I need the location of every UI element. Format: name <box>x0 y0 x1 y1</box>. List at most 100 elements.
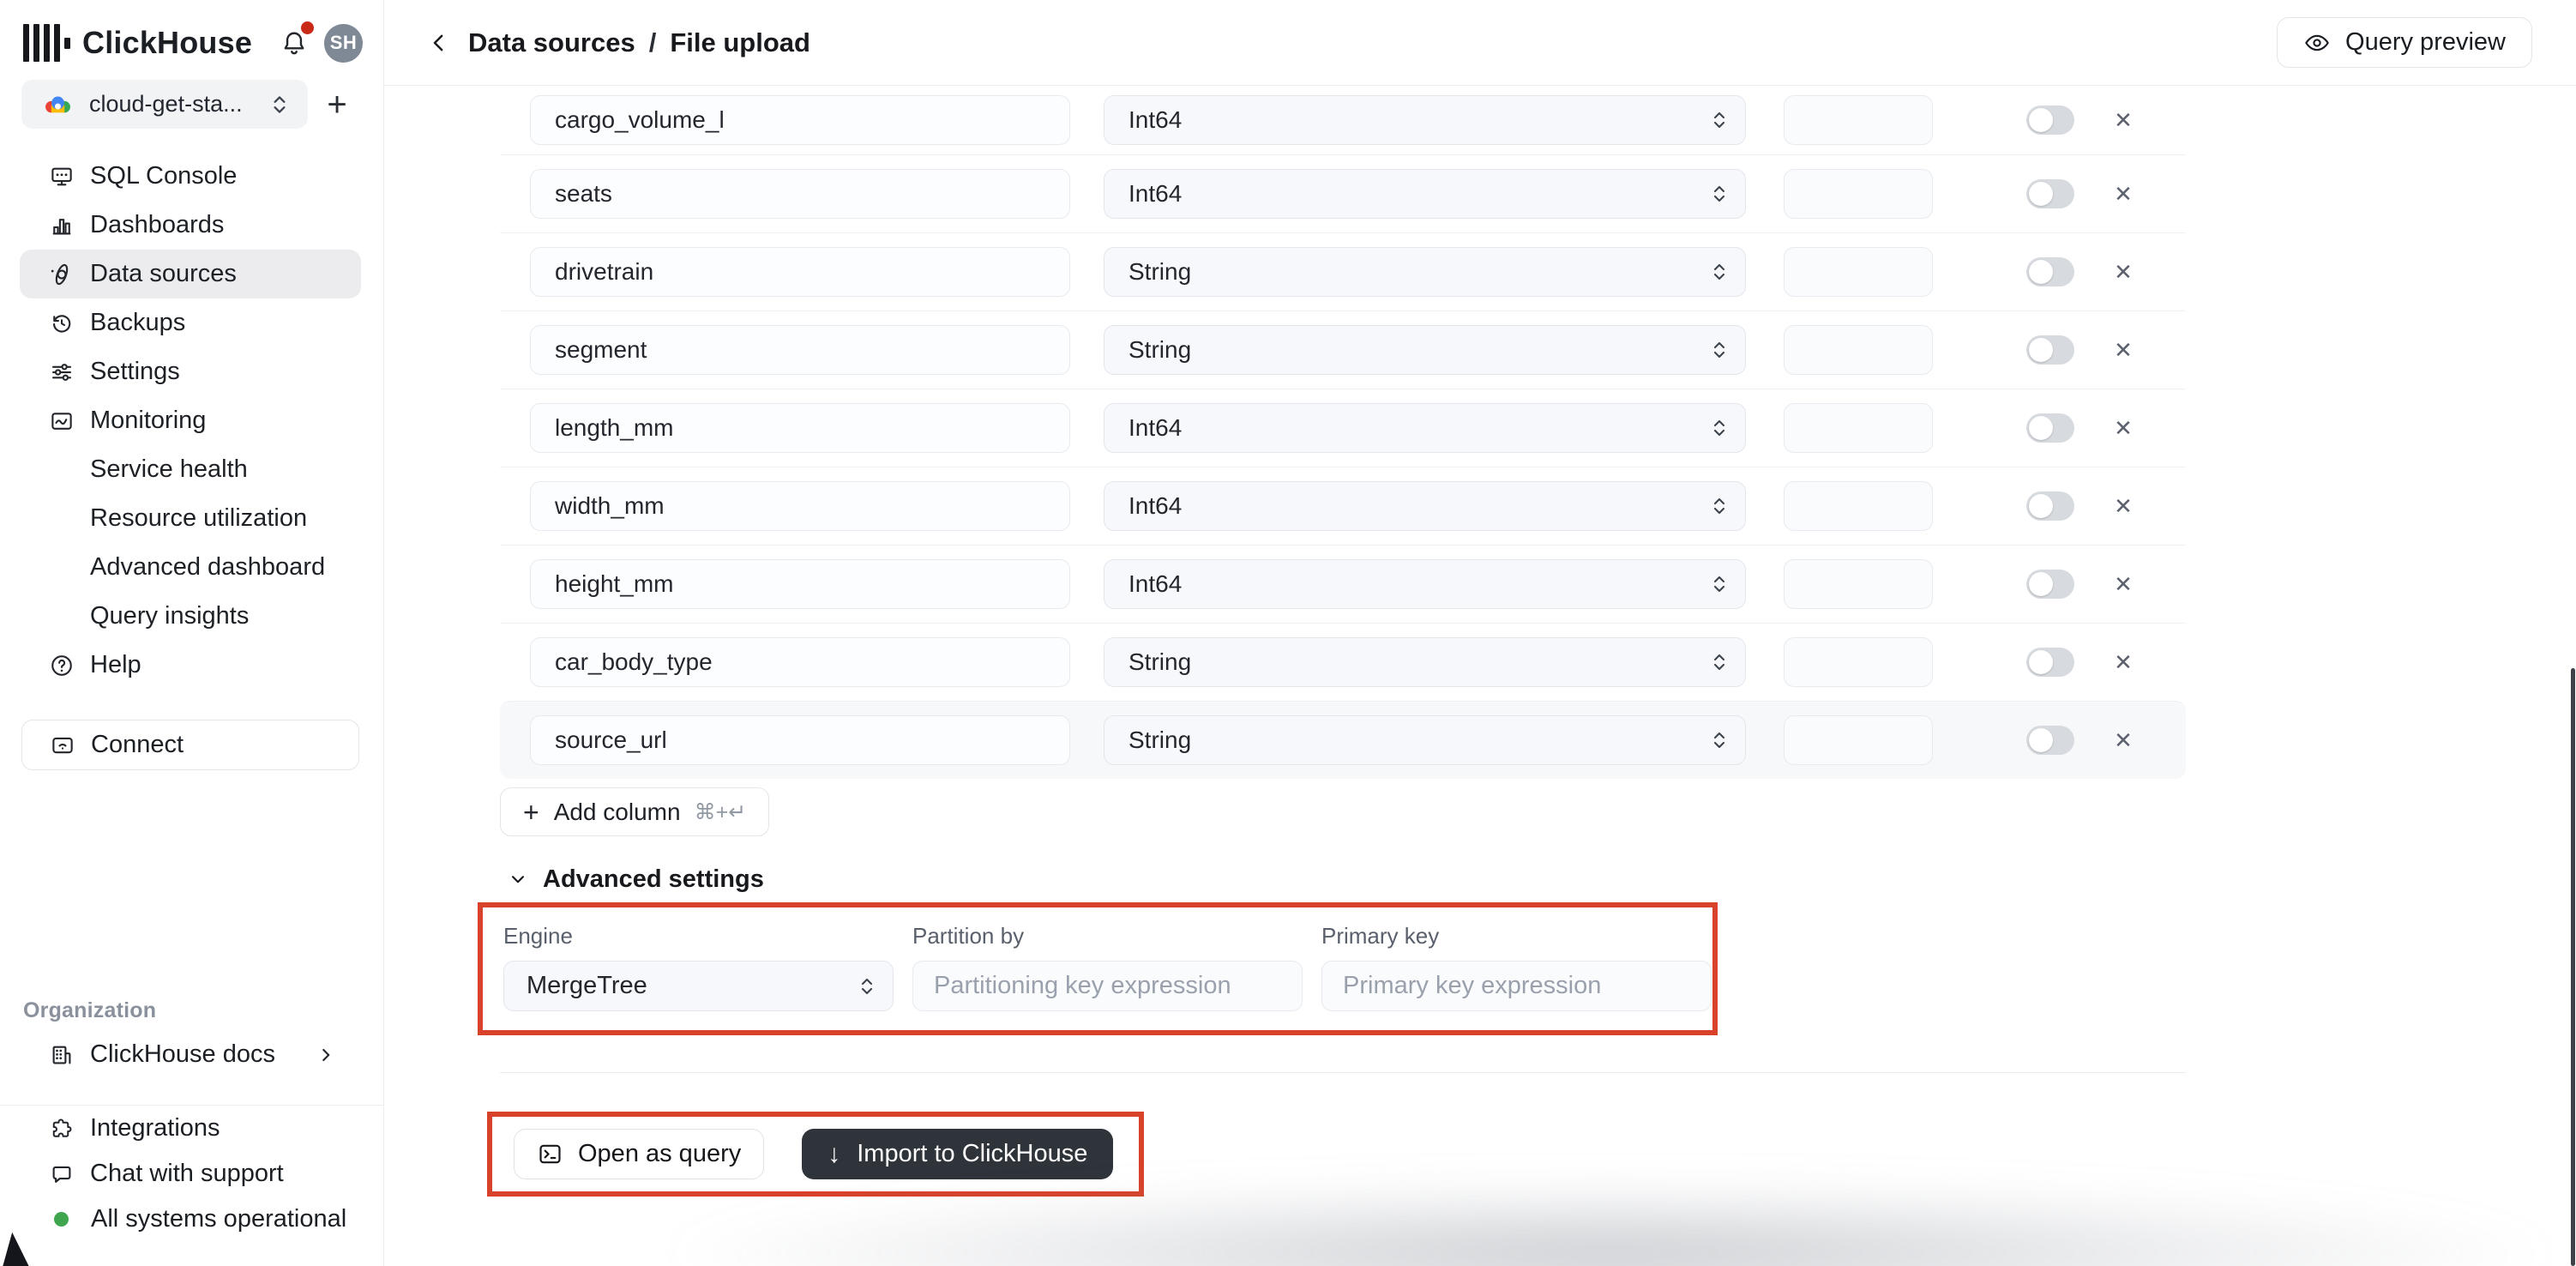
eye-icon <box>2303 29 2331 57</box>
column-name-input[interactable] <box>530 325 1070 375</box>
nullable-toggle[interactable] <box>2026 179 2074 208</box>
sidebar-item-data-sources[interactable]: Data sources <box>20 250 361 298</box>
chat-bubble-icon <box>49 1161 75 1187</box>
column-name-input[interactable] <box>530 403 1070 453</box>
remove-column-button[interactable]: ✕ <box>2109 179 2138 208</box>
clickhouse-logo-icon[interactable] <box>23 23 70 63</box>
building-icon <box>49 1042 75 1068</box>
default-value-input[interactable] <box>1784 325 1933 375</box>
column-name-input[interactable] <box>530 559 1070 609</box>
default-value-input[interactable] <box>1784 247 1933 297</box>
sidebar-item-backups[interactable]: Backups <box>20 298 361 347</box>
breadcrumb-parent[interactable]: Data sources <box>468 27 635 58</box>
column-type-select[interactable]: String <box>1104 715 1746 765</box>
column-type-select[interactable]: String <box>1104 325 1746 375</box>
column-type-value: String <box>1129 648 1711 676</box>
remove-column-button[interactable]: ✕ <box>2109 726 2138 755</box>
sidebar-item-advanced-dashboard[interactable]: Advanced dashboard <box>20 543 361 592</box>
file-upload-content: Int64 ✕ Int64 ✕ String ✕ String <box>384 86 2576 1197</box>
breadcrumb: Data sources / File upload <box>468 27 810 58</box>
sidebar-item-monitoring[interactable]: Monitoring <box>20 396 361 445</box>
sidebar-item-service-health[interactable]: Service health <box>20 445 361 494</box>
toggle-knob <box>2029 108 2053 132</box>
remove-column-button[interactable]: ✕ <box>2109 106 2138 135</box>
remove-column-button[interactable]: ✕ <box>2109 491 2138 521</box>
sidebar-item-help[interactable]: Help <box>20 641 361 690</box>
remove-column-button[interactable]: ✕ <box>2109 413 2138 443</box>
actions-annotation-box: Open as query ↓ Import to ClickHouse <box>487 1112 1144 1197</box>
import-to-clickhouse-button[interactable]: ↓ Import to ClickHouse <box>802 1129 1113 1179</box>
remove-column-button[interactable]: ✕ <box>2109 570 2138 599</box>
sidebar-item-query-insights[interactable]: Query insights <box>20 592 361 641</box>
column-name-input[interactable] <box>530 95 1070 145</box>
partition-by-input[interactable] <box>912 961 1303 1011</box>
nullable-toggle[interactable] <box>2026 491 2074 521</box>
primary-key-input[interactable] <box>1321 961 1712 1011</box>
avatar[interactable]: SH <box>324 24 363 63</box>
column-name-input[interactable] <box>530 715 1070 765</box>
chevron-down-icon <box>507 868 529 890</box>
nullable-toggle[interactable] <box>2026 335 2074 365</box>
default-value-input[interactable] <box>1784 637 1933 687</box>
breadcrumb-separator: / <box>649 27 657 58</box>
open-as-query-button[interactable]: Open as query <box>514 1129 764 1179</box>
chevron-updown-icon <box>1711 338 1728 362</box>
notifications-button[interactable] <box>276 25 312 61</box>
sidebar-item-label: Backups <box>90 309 185 337</box>
nullable-toggle[interactable] <box>2026 570 2074 599</box>
column-name-input[interactable] <box>530 481 1070 531</box>
column-name-input[interactable] <box>530 169 1070 219</box>
chevron-updown-icon <box>1711 182 1728 206</box>
sidebar-item-settings[interactable]: Settings <box>20 347 361 396</box>
sql-console-icon <box>49 164 75 190</box>
connect-button[interactable]: Connect <box>21 720 359 770</box>
back-button[interactable] <box>422 26 456 60</box>
column-type-select[interactable]: Int64 <box>1104 95 1746 145</box>
column-type-select[interactable]: Int64 <box>1104 559 1746 609</box>
chevron-updown-icon <box>1711 650 1728 674</box>
default-value-input[interactable] <box>1784 481 1933 531</box>
add-column-button[interactable]: + Add column ⌘+↵ <box>500 787 769 836</box>
vertical-scrollbar[interactable] <box>2571 668 2575 1266</box>
default-value-input[interactable] <box>1784 169 1933 219</box>
table-row: Int64 ✕ <box>500 86 2186 154</box>
default-value-input[interactable] <box>1784 403 1933 453</box>
nullable-toggle[interactable] <box>2026 257 2074 286</box>
default-value-input[interactable] <box>1784 715 1933 765</box>
column-type-select[interactable]: Int64 <box>1104 403 1746 453</box>
nullable-toggle[interactable] <box>2026 648 2074 677</box>
column-type-select[interactable]: String <box>1104 247 1746 297</box>
sidebar-item-dashboards[interactable]: Dashboards <box>20 201 361 250</box>
default-value-input[interactable] <box>1784 95 1933 145</box>
sidebar-item-chat-support[interactable]: Chat with support <box>0 1151 383 1197</box>
column-name-input[interactable] <box>530 247 1070 297</box>
sidebar-nav: SQL Console Dashboards <box>0 152 383 690</box>
sidebar-item-resource-utilization[interactable]: Resource utilization <box>20 494 361 543</box>
nullable-toggle[interactable] <box>2026 106 2074 135</box>
toggle-knob <box>2029 416 2053 440</box>
add-service-button[interactable]: + <box>308 87 366 122</box>
chevron-right-icon <box>315 1044 337 1066</box>
remove-column-button[interactable]: ✕ <box>2109 257 2138 286</box>
sidebar-item-integrations[interactable]: Integrations <box>0 1106 383 1151</box>
column-type-select[interactable]: String <box>1104 637 1746 687</box>
arrow-down-icon: ↓ <box>828 1142 840 1167</box>
query-preview-button[interactable]: Query preview <box>2277 17 2532 68</box>
status-dot-icon <box>54 1212 69 1227</box>
table-row: String ✕ <box>500 310 2186 389</box>
toggle-knob <box>2029 260 2053 284</box>
remove-column-button[interactable]: ✕ <box>2109 335 2138 365</box>
system-status[interactable]: All systems operational <box>0 1197 383 1242</box>
default-value-input[interactable] <box>1784 559 1933 609</box>
remove-column-button[interactable]: ✕ <box>2109 648 2138 677</box>
engine-select[interactable]: MergeTree <box>503 961 894 1011</box>
nullable-toggle[interactable] <box>2026 726 2074 755</box>
advanced-settings-toggle[interactable]: Advanced settings <box>507 866 2576 892</box>
nullable-toggle[interactable] <box>2026 413 2074 443</box>
service-selector[interactable]: cloud-get-sta... <box>21 80 308 129</box>
column-type-select[interactable]: Int64 <box>1104 169 1746 219</box>
column-type-select[interactable]: Int64 <box>1104 481 1746 531</box>
sidebar-item-clickhouse-docs[interactable]: ClickHouse docs <box>20 1030 361 1079</box>
column-name-input[interactable] <box>530 637 1070 687</box>
sidebar-item-sql-console[interactable]: SQL Console <box>20 152 361 201</box>
